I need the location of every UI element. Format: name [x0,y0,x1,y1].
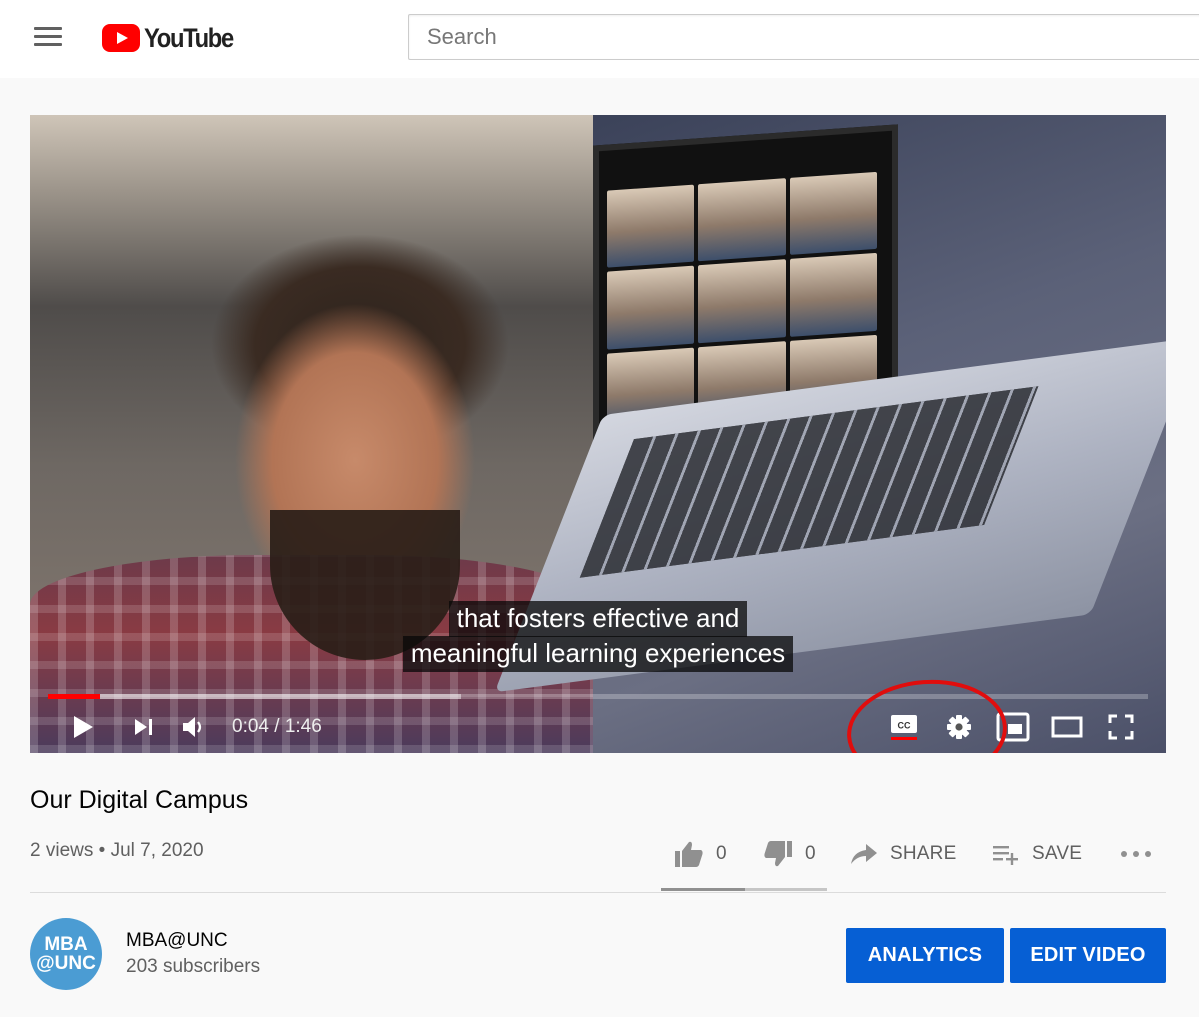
next-icon[interactable] [131,707,157,747]
dislike-count: 0 [805,843,816,864]
progress-bar[interactable] [48,694,1148,699]
caption-line: that fosters effective and [448,601,748,637]
svg-text:CC: CC [898,721,911,731]
progress-buffered [48,694,461,699]
like-button[interactable]: 0 [674,830,727,878]
search-input[interactable] [409,15,1199,59]
playlist-add-icon [993,846,1018,865]
more-actions-icon[interactable] [1120,830,1152,878]
like-count: 0 [716,843,727,864]
caption-line: meaningful learning experiences [402,636,794,672]
sentiment-like-portion [661,888,745,891]
youtube-play-icon [102,24,140,52]
video-player[interactable]: that fosters effective and meaningful le… [30,115,1166,753]
play-icon[interactable] [68,707,98,747]
share-button[interactable]: SHARE [850,830,956,878]
channel-name[interactable]: MBA@UNC [126,930,228,952]
theater-mode-icon[interactable] [1049,707,1085,747]
youtube-logo[interactable]: YouTube [102,22,245,54]
settings-gear-icon[interactable] [943,707,975,747]
edit-video-button[interactable]: EDIT VIDEO [1010,928,1166,983]
time-display: 0:04 / 1:46 [232,716,322,737]
player-controls: 0:04 / 1:46 CC [30,707,1166,747]
sentiment-bar [661,888,827,891]
view-count: 2 views [30,840,94,861]
analytics-button[interactable]: ANALYTICS [846,928,1004,983]
divider [30,892,1166,893]
video-title: Our Digital Campus [30,786,249,814]
dislike-button[interactable]: 0 [763,830,816,878]
menu-icon[interactable] [30,22,66,54]
search-box[interactable] [408,14,1199,60]
captions-overlay: that fosters effective and meaningful le… [30,601,1166,672]
video-meta: 2 views • Jul 7, 2020 [30,840,204,861]
thumbs-up-icon [675,841,703,867]
closed-captions-icon[interactable]: CC [888,707,920,747]
miniplayer-icon[interactable] [994,707,1032,747]
subscriber-count: 203 subscribers [126,956,261,977]
save-button[interactable]: SAVE [992,830,1082,878]
thumbs-down-icon [764,841,792,867]
volume-icon[interactable] [180,707,208,747]
fullscreen-icon[interactable] [1106,707,1136,747]
progress-played [48,694,100,699]
share-arrow-icon [851,844,877,864]
channel-avatar[interactable]: MBA @UNC [30,918,102,990]
publish-date: Jul 7, 2020 [110,840,204,861]
video-actions: 0 0 SHARE SAVE [660,830,1166,891]
masthead: YouTube [0,0,1199,78]
logo-text: YouTube [144,22,234,53]
